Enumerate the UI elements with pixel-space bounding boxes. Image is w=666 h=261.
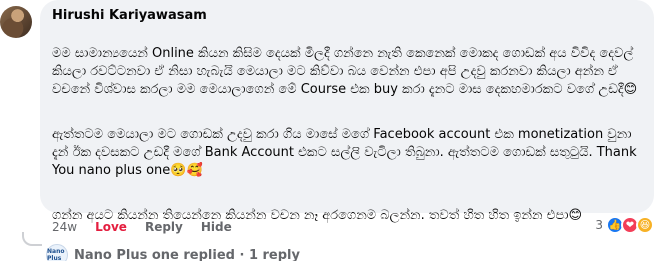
- reaction-summary[interactable]: 3 👍 ❤ 😆: [595, 216, 654, 234]
- comment-timestamp[interactable]: 24w: [52, 220, 77, 234]
- comment-actions: 24w Love Reply Hide: [52, 219, 232, 235]
- love-reaction-button[interactable]: Love: [95, 220, 127, 234]
- replies-label[interactable]: Nano Plus one replied · 1 reply: [74, 248, 300, 261]
- smile-emoji: 😊: [623, 82, 638, 97]
- reaction-count: 3: [595, 218, 603, 232]
- author-avatar[interactable]: [0, 6, 32, 38]
- reply-thread-connector: [22, 232, 42, 246]
- hide-button[interactable]: Hide: [201, 220, 232, 234]
- pleading-hearts-emoji: 🥺🥰: [170, 163, 203, 178]
- comment-paragraph-2-text: ඇත්තටම මෙයාලා මට ගොඩක් උදවු කරා ගිය මාසේ…: [52, 127, 637, 178]
- view-replies-link[interactable]: Nano Plus Nano Plus one replied · 1 repl…: [46, 244, 300, 261]
- comment-paragraph-2: ඇත්තටම මෙයාලා මට ගොඩක් උදවු කරා ගිය මාසේ…: [52, 108, 642, 180]
- replier-avatar: Nano Plus: [46, 244, 68, 261]
- haha-icon: 😆: [636, 216, 654, 234]
- comment-bubble: Hirushi Kariyawasam මම සාමාන්‍යයෙන් Onli…: [40, 0, 654, 223]
- comment-author[interactable]: Hirushi Kariyawasam: [52, 8, 642, 24]
- reply-button[interactable]: Reply: [145, 220, 183, 234]
- smile-emoji: 😊: [568, 208, 583, 223]
- comment-paragraph-1: මම සාමාන්‍යයෙන් Online කියන කිසිම දෙයක් …: [52, 27, 642, 99]
- comment-paragraph-1-text: මම සාමාන්‍යයෙන් Online කියන කිසිම දෙයක් …: [52, 46, 634, 97]
